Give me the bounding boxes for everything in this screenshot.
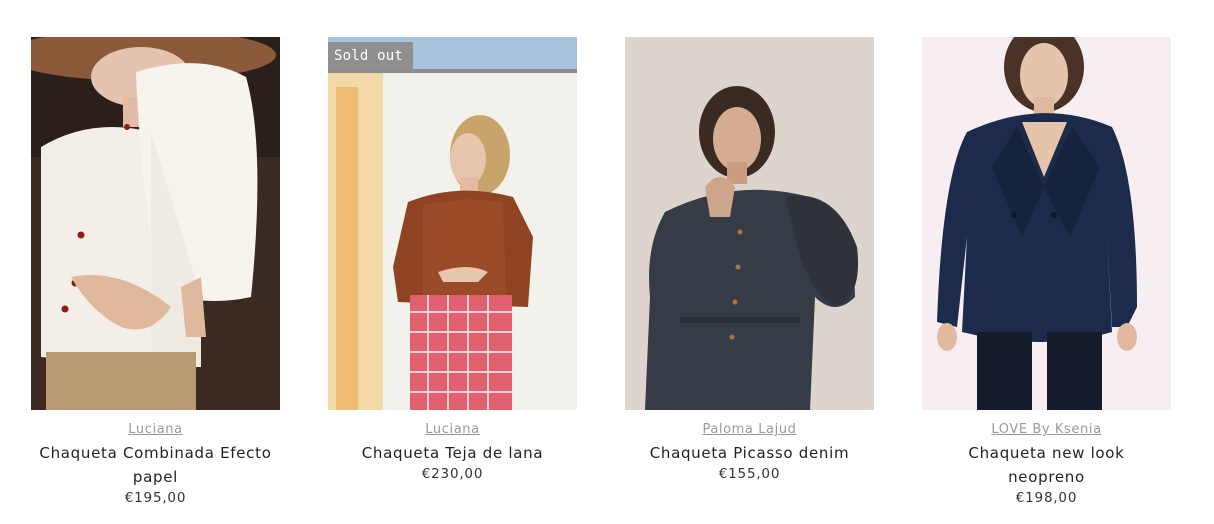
product-image-link[interactable]: [625, 37, 874, 410]
product-card: Paloma Lajud Chaqueta Picasso denim €155…: [625, 37, 874, 506]
product-vendor-link[interactable]: Luciana: [425, 422, 479, 437]
product-price: €198,00: [1015, 490, 1078, 506]
product-image-link[interactable]: [922, 37, 1171, 410]
product-card: Sold out Luciana Chaqueta Teja de lana €…: [328, 37, 577, 506]
product-title-link[interactable]: Chaqueta new look neopreno: [922, 441, 1171, 489]
product-image-link[interactable]: [31, 37, 280, 410]
product-price: €195,00: [124, 490, 187, 506]
product-card: LOVE By Ksenia Chaqueta new look neopren…: [922, 37, 1171, 506]
sold-out-badge: Sold out: [328, 42, 414, 70]
product-price: €155,00: [718, 466, 781, 482]
product-photo: [328, 37, 577, 410]
product-vendor-link[interactable]: Luciana: [128, 422, 182, 437]
product-card: Luciana Chaqueta Combinada Efecto papel …: [31, 37, 280, 506]
product-vendor-link[interactable]: Paloma Lajud: [702, 422, 796, 437]
product-grid: Luciana Chaqueta Combinada Efecto papel …: [31, 37, 1171, 506]
product-title-link[interactable]: Chaqueta Picasso denim: [644, 441, 856, 465]
product-photo: [625, 37, 874, 410]
product-photo: [922, 37, 1171, 410]
product-vendor-link[interactable]: LOVE By Ksenia: [991, 422, 1101, 437]
product-title-link[interactable]: Chaqueta Combinada Efecto papel: [31, 441, 280, 489]
product-image-link[interactable]: Sold out: [328, 37, 577, 410]
product-title-link[interactable]: Chaqueta Teja de lana: [356, 441, 550, 465]
product-price: €230,00: [421, 466, 484, 482]
product-photo: [31, 37, 280, 410]
